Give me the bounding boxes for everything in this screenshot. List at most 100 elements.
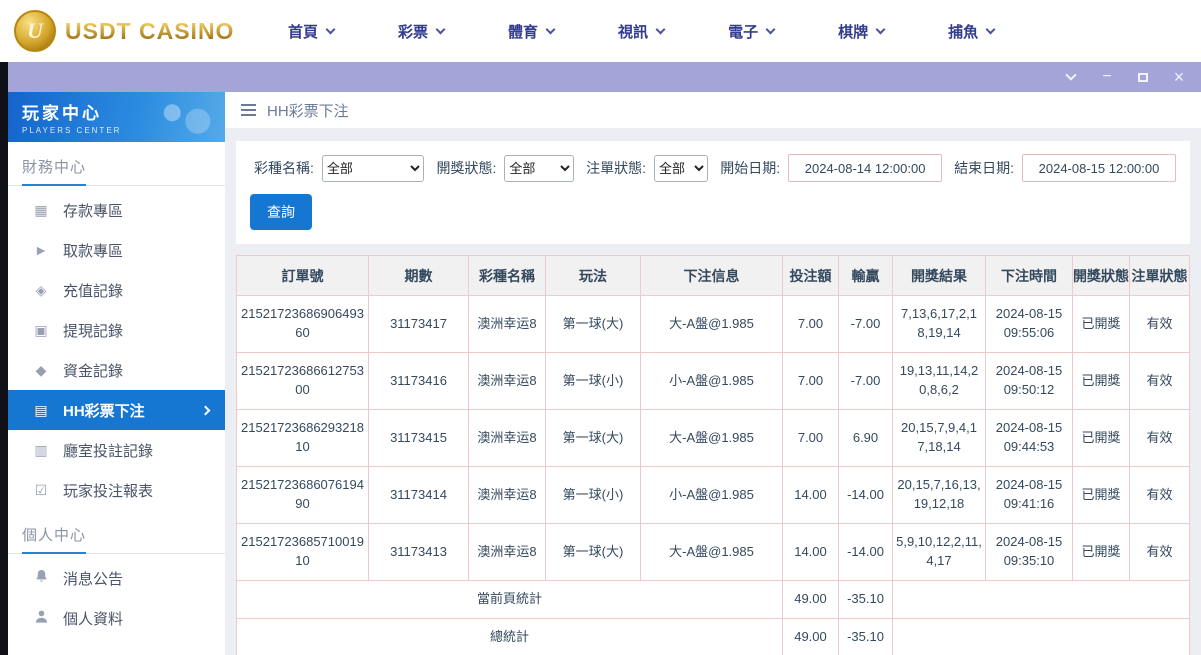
- cell-bet-amount: 14.00: [783, 467, 839, 524]
- cell-bet-info: 小-A盤@1.985: [641, 467, 783, 524]
- cell-order-id: 2152172368571001910: [237, 524, 369, 581]
- sidebar-item-announcements[interactable]: 消息公告: [8, 558, 225, 598]
- logo[interactable]: U USDT CASINO: [0, 10, 240, 52]
- start-date-label: 開始日期:: [720, 158, 780, 178]
- cell-play-type: 第一球(小): [546, 353, 641, 410]
- table-row: 2152172368629321810 31173415 澳洲幸运8 第一球(大…: [237, 410, 1190, 467]
- sidebar-item-room-bet-records[interactable]: ▥ 廳室投註記錄: [8, 430, 225, 470]
- nav-item-video[interactable]: 視訊: [618, 21, 664, 42]
- nav-item-home[interactable]: 首頁: [288, 21, 334, 42]
- bets-table-card: 訂單號 期數 彩種名稱 玩法 下注信息 投注額 輸贏 開獎結果 下注時間 開獎狀…: [236, 255, 1190, 655]
- cell-play-type: 第一球(大): [546, 524, 641, 581]
- table-header-row: 訂單號 期數 彩種名稱 玩法 下注信息 投注額 輸贏 開獎結果 下注時間 開獎狀…: [237, 256, 1190, 296]
- table-row: 2152172368607619490 31173414 澳洲幸运8 第一球(小…: [237, 467, 1190, 524]
- close-button[interactable]: ×: [1171, 69, 1187, 85]
- cell-order-status: 有效: [1130, 353, 1190, 410]
- chevron-down-icon: [766, 24, 776, 34]
- cell-period: 31173417: [369, 296, 469, 353]
- cell-bet-time: 2024-08-15 09:55:06: [986, 296, 1073, 353]
- cell-bet-info: 大-A盤@1.985: [641, 410, 783, 467]
- header-order-status: 注單狀態: [1130, 256, 1190, 296]
- sidebar-item-label: 資金記錄: [63, 360, 123, 381]
- sidebar-item-label: 存款專區: [63, 200, 123, 221]
- sidebar-item-label: 廳室投註記錄: [63, 440, 153, 461]
- chevron-down-icon: [326, 24, 336, 34]
- nav-item-lottery[interactable]: 彩票: [398, 21, 444, 42]
- section-title: 財務中心: [22, 156, 86, 186]
- order-status-select[interactable]: 全部: [654, 155, 708, 182]
- table-row: 2152172368661275300 31173416 澳洲幸运8 第一球(小…: [237, 353, 1190, 410]
- person-icon: [32, 609, 50, 627]
- header-lottery-name: 彩種名稱: [469, 256, 546, 296]
- minimize-button[interactable]: −: [1099, 69, 1115, 85]
- sidebar-item-recharge-records[interactable]: ◈ 充值記錄: [8, 270, 225, 310]
- nav-item-label: 捕魚: [948, 21, 978, 42]
- nav-item-fishing[interactable]: 捕魚: [948, 21, 994, 42]
- cell-order-id: 2152172368607619490: [237, 467, 369, 524]
- hamburger-menu-icon[interactable]: [241, 109, 256, 111]
- gamepad-graphic: [153, 96, 217, 138]
- sidebar-item-hh-lottery-bets[interactable]: ▤ HH彩票下注: [8, 390, 225, 430]
- page-total-bet: 49.00: [783, 581, 839, 619]
- cell-play-type: 第一球(大): [546, 410, 641, 467]
- grand-total-bet: 49.00: [783, 619, 839, 655]
- cell-draw-result: 5,9,10,12,2,11,4,17: [893, 524, 986, 581]
- sidebar-item-label: 取款專區: [63, 240, 123, 261]
- chevron-down-icon: [656, 24, 666, 34]
- page-header: HH彩票下注: [225, 92, 1201, 128]
- nav-item-electronic[interactable]: 電子: [728, 21, 774, 42]
- sidebar-item-label: 提現記錄: [63, 320, 123, 341]
- window-backdrop: − × 玩家中心 PLAYERS CENTER 財務中心 ▦ 存款專區 ► 取款…: [0, 62, 1201, 655]
- cell-draw-status: 已開獎: [1073, 353, 1130, 410]
- header-play-type: 玩法: [546, 256, 641, 296]
- query-button[interactable]: 查詢: [250, 194, 312, 230]
- cell-draw-result: 19,13,11,14,20,8,6,2: [893, 353, 986, 410]
- sidebar-item-player-bet-report[interactable]: ☑ 玩家投注報表: [8, 470, 225, 510]
- sidebar: 玩家中心 PLAYERS CENTER 財務中心 ▦ 存款專區 ► 取款專區 ◈…: [8, 92, 225, 655]
- sidebar-item-deposit-zone[interactable]: ▦ 存款專區: [8, 190, 225, 230]
- content-area: 彩種名稱: 全部 開獎狀態: 全部 注單狀態: 全部 開始日期: 結束日期: 查…: [225, 128, 1201, 655]
- grand-total-winloss: -35.10: [839, 619, 893, 655]
- nav-item-sports[interactable]: 體育: [508, 21, 554, 42]
- header-draw-status: 開獎狀態: [1073, 256, 1130, 296]
- section-personal-center: 個人中心: [8, 524, 225, 554]
- table-grand-total-row: 總統計 49.00 -35.10: [237, 619, 1190, 655]
- sidebar-item-withdraw-zone[interactable]: ► 取款專區: [8, 230, 225, 270]
- cell-bet-amount: 7.00: [783, 410, 839, 467]
- lottery-type-select[interactable]: 全部: [322, 155, 425, 182]
- header-bet-time: 下注時間: [986, 256, 1073, 296]
- nav-item-label: 電子: [728, 21, 758, 42]
- filter-row: 彩種名稱: 全部 開獎狀態: 全部 注單狀態: 全部 開始日期: 結束日期:: [250, 154, 1176, 182]
- table-row: 2152172368690649360 31173417 澳洲幸运8 第一球(大…: [237, 296, 1190, 353]
- collapse-button[interactable]: [1063, 69, 1079, 85]
- maximize-button[interactable]: [1135, 69, 1151, 85]
- withdraw-icon: ►: [32, 242, 50, 258]
- sidebar-item-funds-records[interactable]: ◆ 資金記錄: [8, 350, 225, 390]
- sidebar-item-label: 玩家投注報表: [63, 480, 153, 501]
- end-date-input[interactable]: [1022, 154, 1176, 182]
- logo-text: USDT CASINO: [65, 18, 234, 45]
- cell-bet-info: 小-A盤@1.985: [641, 353, 783, 410]
- start-date-input[interactable]: [788, 154, 942, 182]
- draw-status-select[interactable]: 全部: [504, 155, 574, 182]
- players-center-window: − × 玩家中心 PLAYERS CENTER 財務中心 ▦ 存款專區 ► 取款…: [8, 62, 1201, 655]
- chevron-down-icon: [1065, 69, 1076, 80]
- sidebar-item-cashout-records[interactable]: ▣ 提現記錄: [8, 310, 225, 350]
- sidebar-item-profile[interactable]: 個人資料: [8, 598, 225, 638]
- maximize-icon: [1138, 73, 1148, 82]
- chevron-down-icon: [986, 24, 996, 34]
- page-total-empty: [893, 581, 1190, 619]
- cell-bet-info: 大-A盤@1.985: [641, 524, 783, 581]
- cell-winloss: -7.00: [839, 296, 893, 353]
- header-bet-info: 下注信息: [641, 256, 783, 296]
- cell-bet-amount: 7.00: [783, 353, 839, 410]
- draw-status-label: 開獎狀態:: [436, 158, 496, 178]
- window-titlebar: − ×: [8, 62, 1201, 92]
- cell-bet-time: 2024-08-15 09:44:53: [986, 410, 1073, 467]
- nav-item-chess[interactable]: 棋牌: [838, 21, 884, 42]
- funds-icon: ◆: [32, 362, 50, 379]
- cell-period: 31173413: [369, 524, 469, 581]
- header-order-id: 訂單號: [237, 256, 369, 296]
- chevron-down-icon: [546, 24, 556, 34]
- bell-icon: [32, 569, 50, 587]
